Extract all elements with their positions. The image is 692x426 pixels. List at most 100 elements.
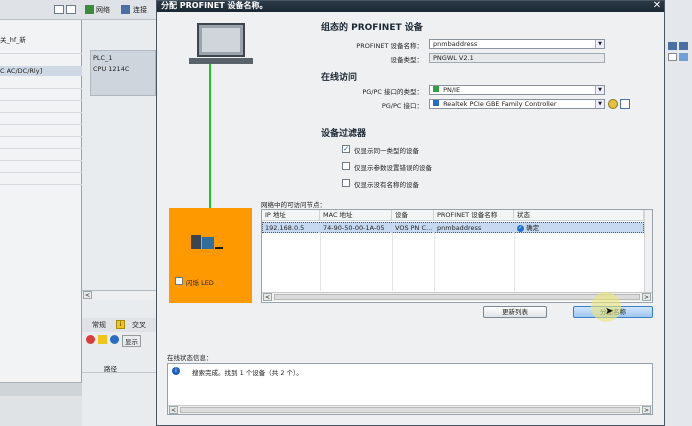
device-type-field: PNGWL V2.1 — [429, 53, 605, 63]
interface-value: Realtek PCIe GBE Family Controller — [443, 100, 557, 108]
mouse-pointer-icon: ➤ — [605, 306, 614, 317]
online-access-title: 在线访问 — [321, 73, 358, 83]
info-icon: i — [116, 320, 125, 329]
tab-general[interactable]: 常规 — [92, 320, 106, 330]
network-view-tab[interactable]: 网络 — [96, 5, 110, 15]
status-info-panel: i 搜索完成。找到 1 个设备（共 2 个）。 < > — [167, 363, 653, 415]
filter-no-name-checkbox[interactable] — [342, 179, 350, 187]
pnie-icon — [433, 86, 439, 92]
message-list-header: 路径 — [82, 361, 157, 373]
scroll-right-button[interactable]: > — [642, 293, 651, 301]
right-toolbar — [665, 40, 692, 64]
col-status-header[interactable]: 状态 — [514, 210, 644, 221]
device-type-value: PNGWL V2.1 — [433, 54, 474, 62]
dialog-title: 分配 PROFINET 设备名称。 — [161, 1, 268, 10]
tree-item-selected[interactable]: C AC/DC/Rly] — [0, 66, 82, 76]
interface-combo[interactable]: Realtek PCIe GBE Family Controller ▼ — [429, 99, 605, 109]
update-list-button[interactable]: 更新列表 — [483, 306, 547, 318]
plc-cpu: CPU 1214C — [93, 65, 130, 73]
interface-type-combo[interactable]: PN/IE ▼ — [429, 85, 605, 95]
device-panel: 闪烁 LED — [169, 208, 252, 303]
tree-item-label[interactable]: 关_hf_新 — [0, 34, 26, 44]
path-column-header: 路径 — [104, 365, 117, 373]
filter-wrong-params-label: 仅显示参数设置错误的设备 — [354, 164, 432, 172]
error-icon[interactable] — [86, 335, 95, 344]
flash-led-label: 闪烁 LED — [186, 279, 214, 287]
status-hscroll[interactable]: < > — [168, 405, 652, 414]
filter-no-name-label: 仅显示没有名称的设备 — [354, 181, 419, 189]
left-bottom-area — [0, 396, 82, 426]
chart-icon[interactable] — [668, 42, 677, 50]
connect-button[interactable]: 连接 — [133, 5, 147, 15]
plc-name: PLC_1 — [93, 54, 113, 62]
message-filter-bar: 显示 — [82, 333, 157, 347]
interface-type-label: PG/PC 接口的类型： — [362, 88, 423, 96]
configured-device-title: 组态的 PROFINET 设备 — [321, 23, 423, 33]
scroll-left-button[interactable]: < — [263, 293, 272, 301]
cell-name: pnmbaddress — [434, 223, 514, 233]
diagnostics-icon[interactable] — [620, 99, 630, 109]
scroll-right-button[interactable]: > — [642, 406, 651, 414]
left-toolbar — [0, 0, 82, 20]
accessible-nodes-label: 网络中的可访问节点： — [261, 201, 326, 209]
nodes-table: IP 地址 MAC 地址 设备 PROFINET 设备名称 状态 192.168… — [261, 209, 653, 303]
warning-icon[interactable] — [98, 335, 107, 344]
device-name-value: pnmbaddress — [433, 40, 478, 48]
dialog-titlebar: 分配 PROFINET 设备名称。 — [157, 1, 664, 12]
settings-icon[interactable] — [679, 53, 688, 61]
right-panel — [665, 0, 692, 426]
close-icon: ✕ — [652, 0, 662, 11]
left-bottom-bar — [0, 382, 82, 396]
col-device-header[interactable]: 设备 — [392, 210, 434, 221]
filter-same-type-label: 仅显示同一类型的设备 — [354, 147, 419, 155]
network-card-icon — [433, 100, 439, 106]
assign-name-dialog: 分配 PROFINET 设备名称。 ✕ 闪烁 LED 组态的 PROFINET … — [156, 0, 665, 426]
scroll-left-button[interactable]: < — [83, 291, 92, 299]
cell-device: VOS PN C... — [392, 223, 434, 233]
cell-status: ✓ 确定 — [514, 223, 644, 233]
filter-same-type-checkbox[interactable]: ✓ — [342, 145, 350, 153]
filter-wrong-params-checkbox[interactable] — [342, 162, 350, 170]
device-name-label: PROFINET 设备名称： — [356, 42, 423, 50]
connect-icon — [121, 5, 130, 14]
network-toolbar: 网络 连接 — [82, 0, 157, 20]
pc-base-icon — [189, 58, 253, 64]
scroll-left-button[interactable]: < — [169, 406, 178, 414]
show-dropdown[interactable]: 显示 — [122, 335, 141, 347]
project-tree-panel: 关_hf_新 C AC/DC/Rly] — [0, 0, 82, 426]
flash-led-checkbox-box[interactable] — [175, 277, 183, 285]
status-message: 搜索完成。找到 1 个设备（共 2 个）。 — [192, 369, 303, 377]
info-filter-icon[interactable] — [110, 335, 119, 344]
device-name-combo[interactable]: pnmbaddress ▼ — [429, 39, 605, 49]
pn-device-icon — [191, 233, 223, 253]
network-icon — [85, 5, 94, 14]
interface-properties-icon[interactable] — [608, 99, 618, 109]
col-mac-header[interactable]: MAC 地址 — [320, 210, 392, 221]
cell-mac: 74-90-50-00-1A-05 — [320, 223, 392, 233]
interface-label: PG/PC 接口： — [381, 102, 423, 110]
chevron-down-icon[interactable]: ▼ — [595, 40, 604, 48]
cell-ip: 192.168.0.5 — [262, 223, 320, 233]
chevron-down-icon[interactable]: ▼ — [595, 86, 604, 94]
network-view-panel: 网络 连接 PLC_1 CPU 1214C < 常规 i 交叉 显示 路径 — [82, 0, 157, 426]
info-icon: i — [172, 367, 180, 375]
cell-status-text: 确定 — [526, 224, 540, 232]
layout-icon[interactable] — [66, 5, 76, 14]
mid-scrollbar[interactable]: < — [82, 290, 157, 300]
col-ip-header[interactable]: IP 地址 — [262, 210, 320, 221]
pc-monitor-icon — [197, 23, 245, 57]
plc-device-box[interactable]: PLC_1 CPU 1214C — [90, 50, 156, 96]
table-vscroll[interactable] — [644, 210, 652, 292]
tab-cross-ref[interactable]: 交叉 — [132, 320, 146, 330]
inspector-tabs: 常规 i 交叉 — [82, 318, 157, 332]
col-name-header[interactable]: PROFINET 设备名称 — [434, 210, 514, 221]
scroll-thumb[interactable] — [274, 294, 640, 300]
ok-check-icon: ✓ — [517, 224, 524, 232]
scroll-thumb[interactable] — [180, 407, 640, 413]
chevron-down-icon[interactable]: ▼ — [595, 100, 604, 108]
grid-icon[interactable] — [54, 5, 64, 14]
close-button[interactable]: ✕ — [650, 1, 664, 12]
device-filter-title: 设备过滤器 — [321, 129, 367, 139]
chart-icon-2[interactable] — [679, 42, 688, 50]
dropdown-icon[interactable] — [668, 53, 677, 61]
